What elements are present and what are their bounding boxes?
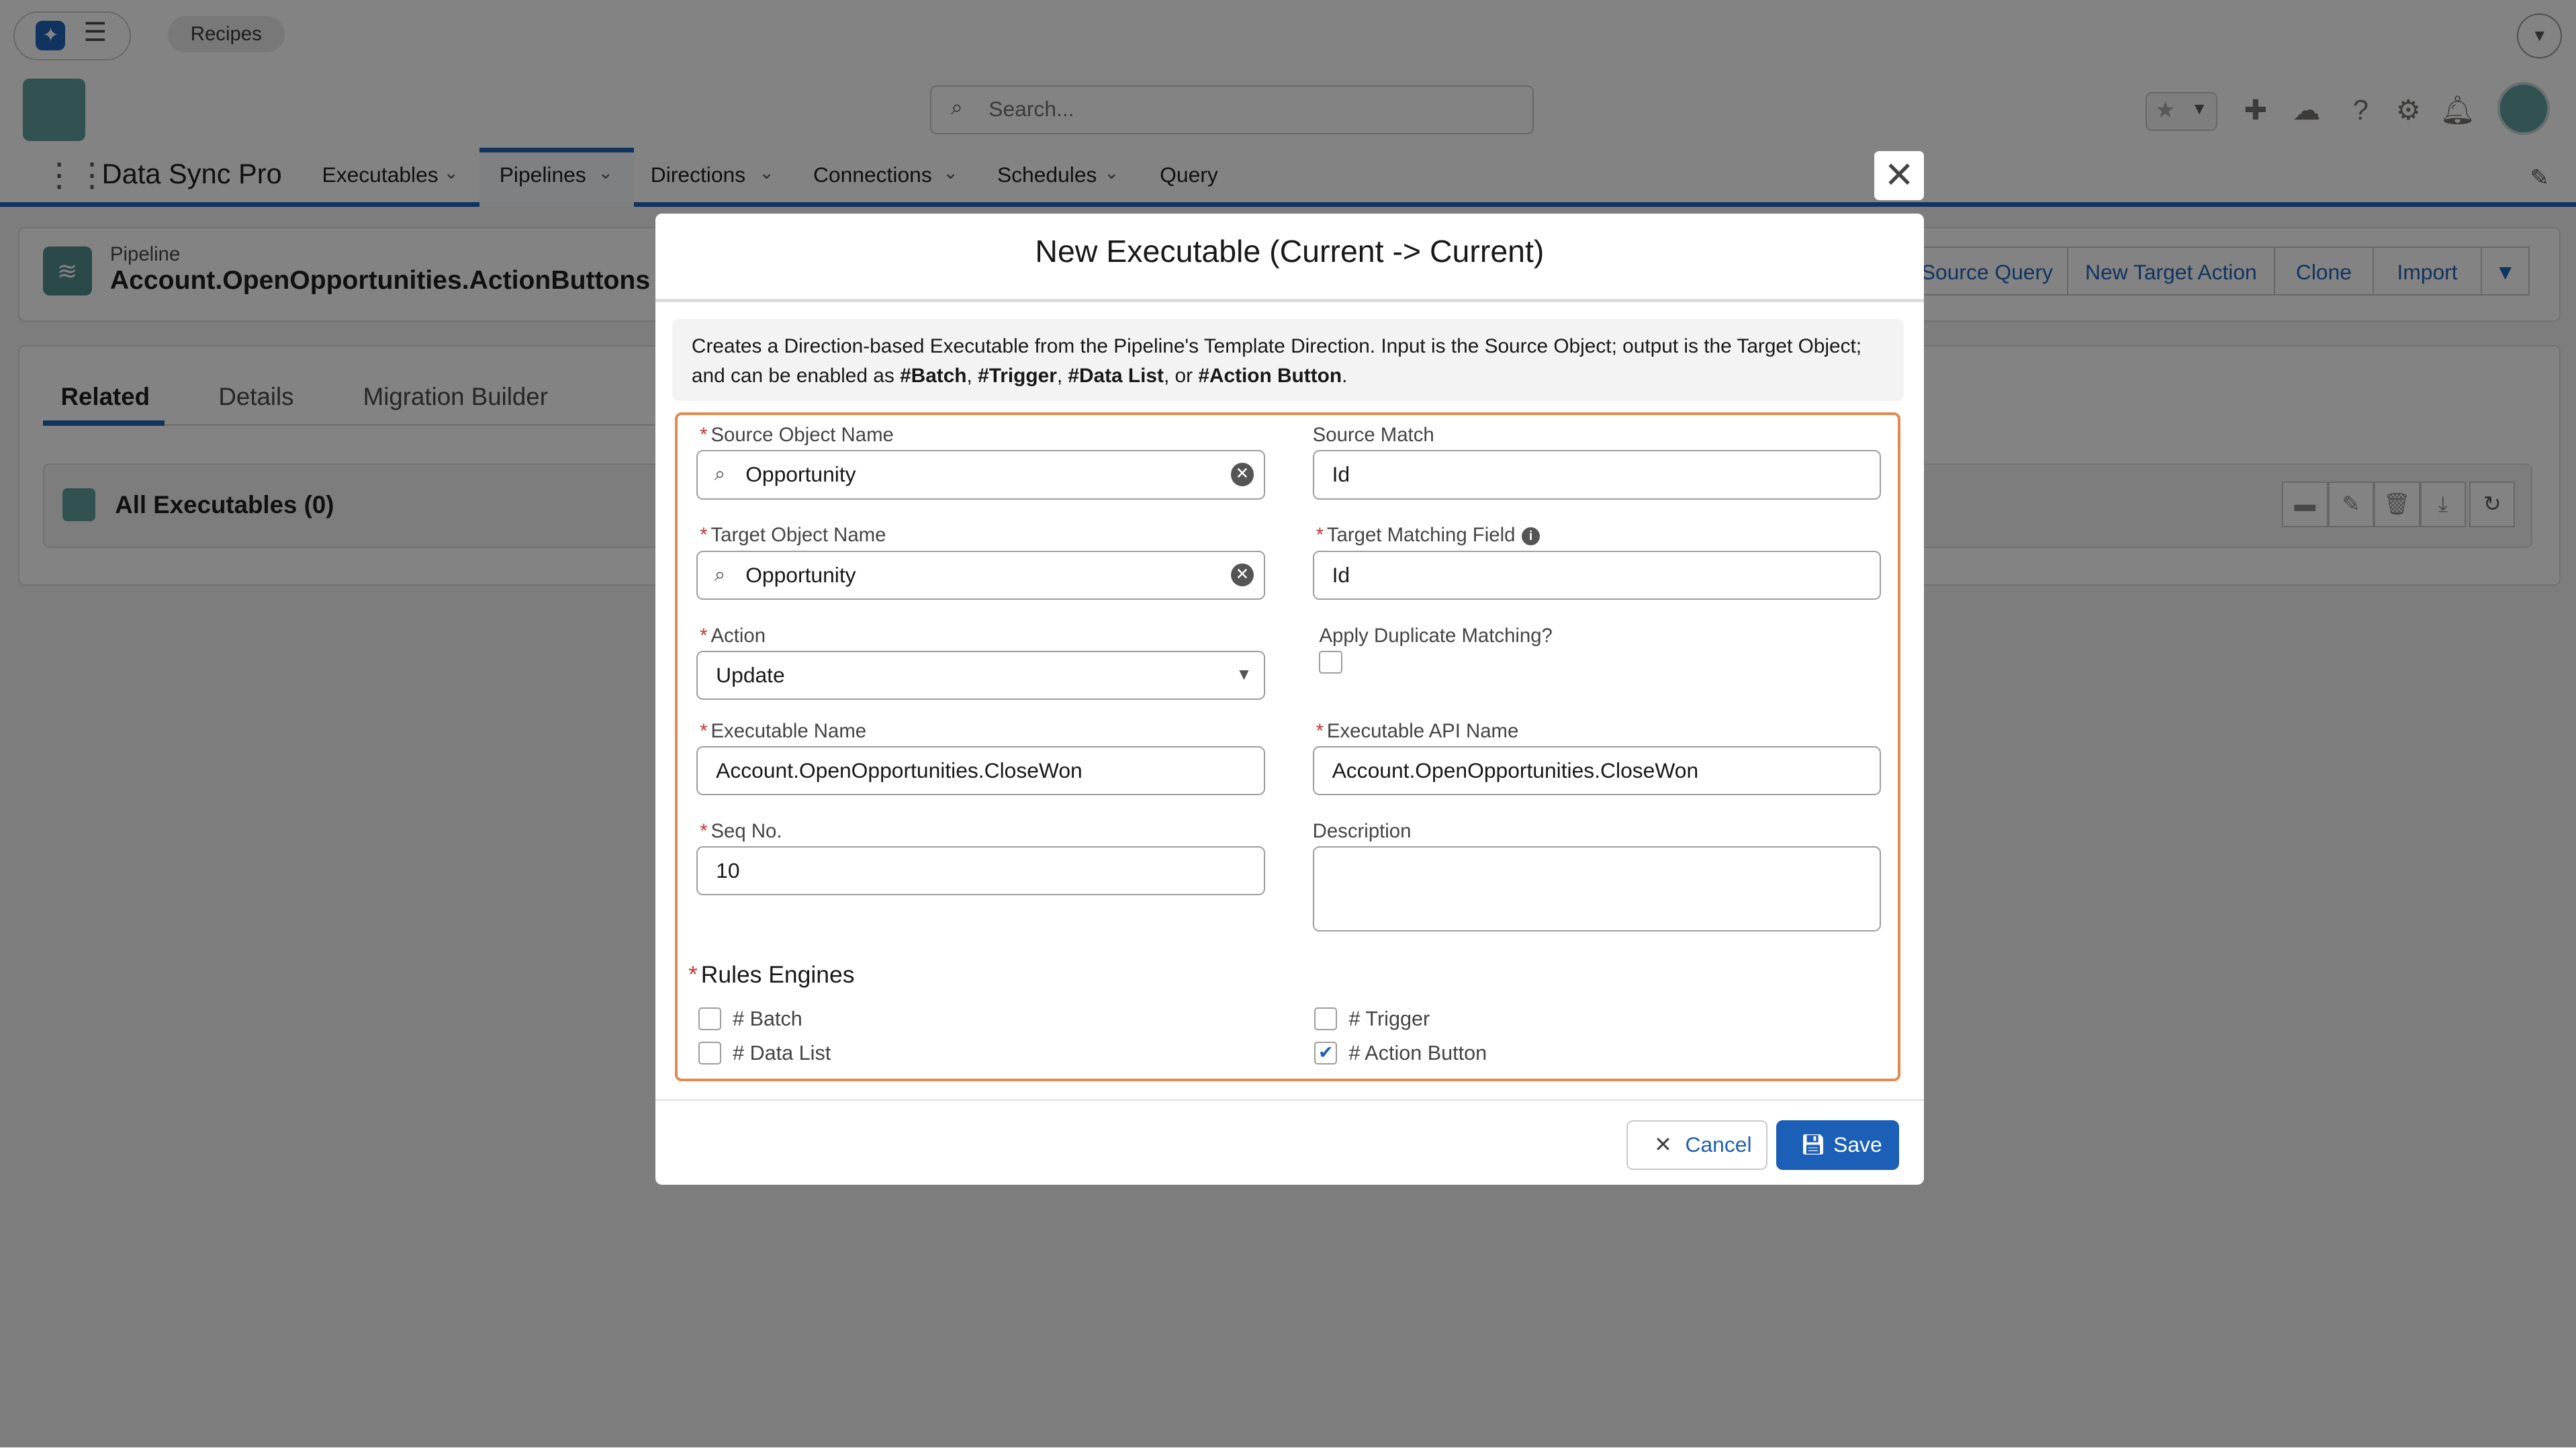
apply-duplicate-checkbox[interactable]: [1319, 650, 1342, 674]
target-matching-label: * Target Matching Field i: [1316, 524, 1540, 547]
source-match-input[interactable]: Id: [1312, 450, 1882, 500]
close-icon: ✕: [1654, 1132, 1672, 1157]
mouse-cursor: ⇖: [1731, 271, 1754, 301]
save-icon: 💾︎: [1800, 1134, 1826, 1157]
rules-engines-label: * Rules Engines: [688, 961, 855, 989]
cancel-button[interactable]: ✕ Cancel: [1626, 1120, 1768, 1170]
clear-icon[interactable]: ✕: [1230, 463, 1254, 486]
batch-checkbox[interactable]: [698, 1007, 721, 1030]
check-icon: ✔: [1318, 1042, 1334, 1063]
data-list-label: # Data List: [733, 1042, 831, 1065]
clear-icon[interactable]: ✕: [1230, 563, 1254, 586]
executable-api-name-label: * Executable API Name: [1316, 719, 1519, 742]
description-label: Description: [1312, 819, 1412, 842]
batch-label: # Batch: [733, 1007, 802, 1030]
action-label: * Action: [700, 624, 766, 647]
search-icon: ⌕: [714, 463, 726, 486]
modal-title: New Executable (Current -> Current): [1035, 234, 1545, 269]
trigger-checkbox[interactable]: [1314, 1007, 1338, 1030]
source-object-label: * Source Object Name: [700, 424, 894, 447]
action-button-label: # Action Button: [1348, 1042, 1487, 1065]
description-textarea[interactable]: [1312, 846, 1882, 932]
source-object-input[interactable]: ⌕ Opportunity ✕: [696, 450, 1265, 500]
action-select[interactable]: Update ▼: [696, 650, 1265, 700]
chevron-down-icon: ▼: [1236, 665, 1252, 684]
info-text: Creates a Direction-based Executable fro…: [691, 335, 1862, 388]
target-object-label: * Target Object Name: [700, 524, 886, 547]
save-button[interactable]: 💾︎ Save: [1776, 1120, 1900, 1170]
seq-no-label: * Seq No.: [700, 819, 782, 842]
target-object-input[interactable]: ⌕ Opportunity ✕: [696, 550, 1265, 600]
target-matching-input[interactable]: Id: [1312, 550, 1882, 600]
seq-no-input[interactable]: 10: [696, 846, 1265, 896]
close-icon[interactable]: ✕: [1874, 151, 1924, 201]
action-button-checkbox[interactable]: ✔: [1314, 1042, 1338, 1065]
source-match-label: Source Match: [1312, 424, 1434, 447]
executable-api-name-input[interactable]: Account.OpenOpportunities.CloseWon: [1312, 745, 1882, 796]
apply-duplicate-label: Apply Duplicate Matching?: [1319, 624, 1553, 647]
modal-footer-divider: [655, 1099, 1924, 1101]
executable-name-input[interactable]: Account.OpenOpportunities.CloseWon: [696, 745, 1265, 796]
trigger-label: # Trigger: [1348, 1007, 1430, 1030]
data-list-checkbox[interactable]: [698, 1042, 721, 1065]
info-icon[interactable]: i: [1522, 527, 1540, 545]
executable-name-label: * Executable Name: [700, 719, 867, 742]
search-icon: ⌕: [714, 563, 726, 586]
